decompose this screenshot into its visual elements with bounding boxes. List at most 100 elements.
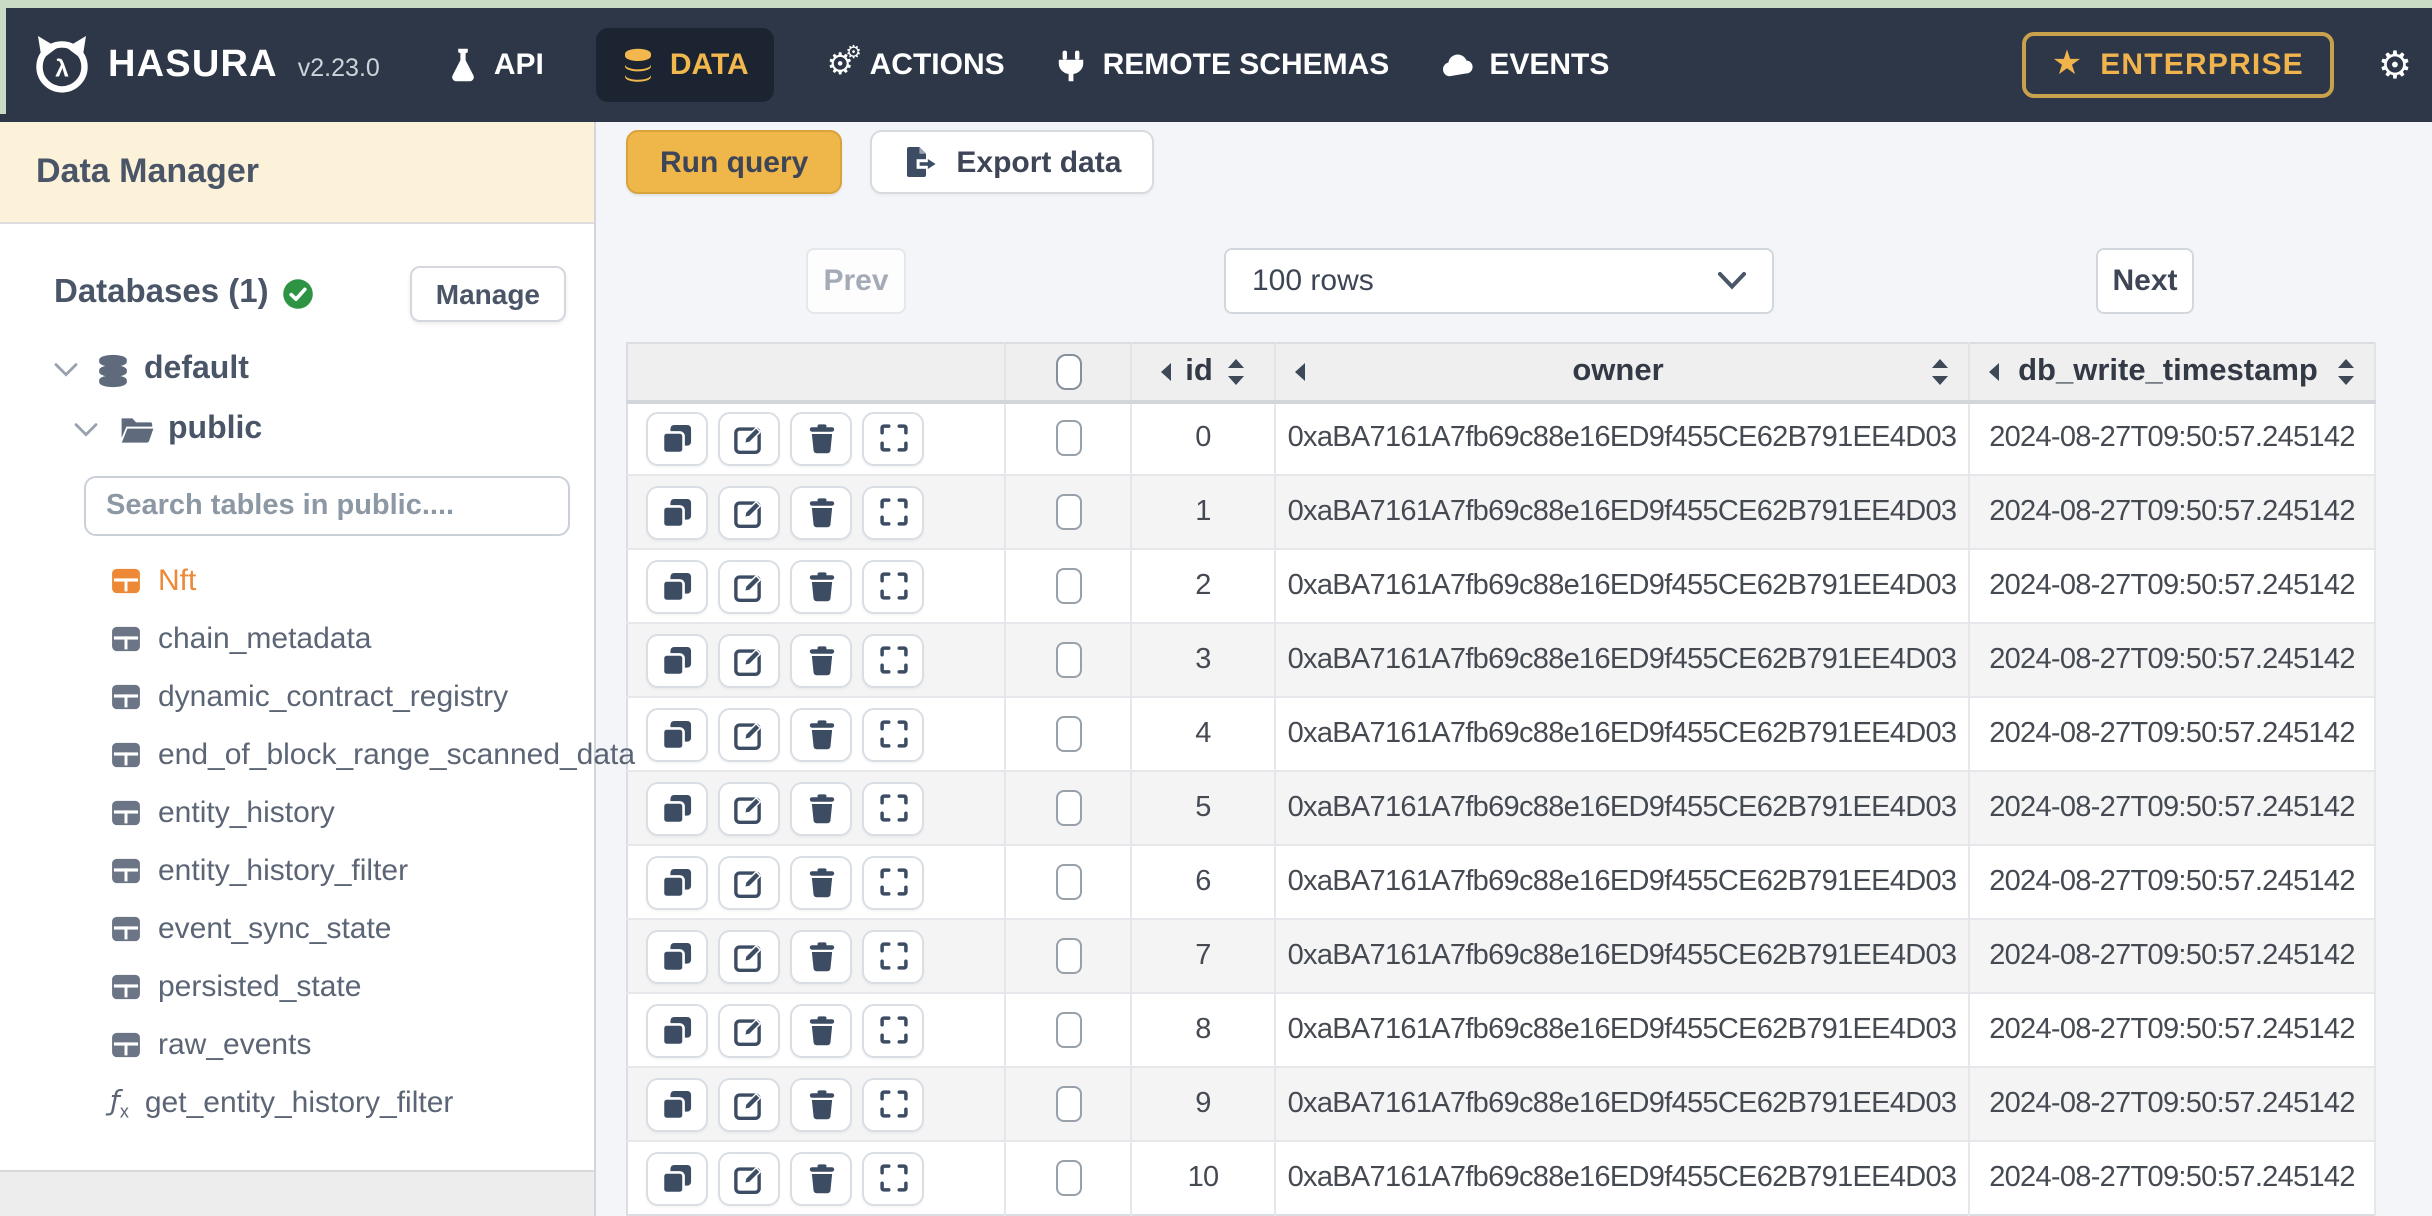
row-checkbox[interactable] — [1055, 864, 1081, 900]
nav-item-actions[interactable]: ⚙ ⚙ ACTIONS — [827, 43, 1005, 82]
expand-row-button[interactable] — [862, 1077, 924, 1131]
edit-row-button[interactable] — [718, 929, 780, 983]
chevron-down-icon[interactable] — [54, 362, 78, 378]
edit-icon — [734, 1163, 764, 1193]
select-all-checkbox[interactable] — [1055, 353, 1081, 390]
sidebar-table-item[interactable]: end_of_block_range_scanned_data — [0, 726, 635, 784]
export-data-button[interactable]: Export data — [870, 130, 1154, 194]
search-tables-input[interactable] — [84, 476, 570, 536]
hasura-brand[interactable]: λ HASURA v2.23.0 — [32, 34, 380, 96]
expand-row-button[interactable] — [862, 559, 924, 613]
expand-row-button[interactable] — [862, 1003, 924, 1057]
expand-row-button[interactable] — [862, 411, 924, 466]
sidebar-table-item[interactable]: entity_history_filter — [0, 842, 594, 900]
row-checkbox[interactable] — [1055, 1086, 1081, 1122]
sidebar-table-item[interactable]: persisted_state — [0, 958, 594, 1016]
copy-row-button[interactable] — [646, 1077, 708, 1131]
edit-row-button[interactable] — [718, 1077, 780, 1131]
delete-row-button[interactable] — [790, 1151, 852, 1205]
expand-row-button[interactable] — [862, 855, 924, 909]
row-checkbox[interactable] — [1055, 716, 1081, 752]
delete-row-button[interactable] — [790, 707, 852, 761]
tree-item-label: public — [168, 412, 263, 446]
edit-row-button[interactable] — [718, 1003, 780, 1057]
delete-row-button[interactable] — [790, 633, 852, 687]
nav-item-events[interactable]: EVENTS — [1441, 48, 1609, 82]
copy-row-button[interactable] — [646, 633, 708, 687]
expand-row-button[interactable] — [862, 781, 924, 835]
edit-row-button[interactable] — [718, 633, 780, 687]
copy-row-button[interactable] — [646, 1003, 708, 1057]
delete-row-button[interactable] — [790, 855, 852, 909]
delete-row-button[interactable] — [790, 929, 852, 983]
star-icon: ★ — [2051, 44, 2083, 84]
rows-per-page-select[interactable]: 100 rows — [1224, 248, 1774, 314]
sort-icon — [2338, 358, 2354, 385]
column-header-id[interactable]: id — [1131, 343, 1276, 403]
row-checkbox[interactable] — [1055, 494, 1081, 530]
sidebar-table-item[interactable]: chain_metadata — [0, 610, 594, 668]
delete-row-button[interactable] — [790, 411, 852, 466]
delete-row-button[interactable] — [790, 485, 852, 539]
manage-button[interactable]: Manage — [409, 265, 566, 321]
expand-row-button[interactable] — [862, 1151, 924, 1205]
row-checkbox[interactable] — [1055, 420, 1081, 457]
copy-row-button[interactable] — [646, 411, 708, 466]
edit-row-button[interactable] — [718, 1151, 780, 1205]
edit-row-button[interactable] — [718, 559, 780, 613]
row-checkbox[interactable] — [1055, 642, 1081, 678]
next-page-button[interactable]: Next — [2096, 248, 2194, 314]
sidebar-table-item[interactable]: raw_events — [0, 1016, 594, 1074]
copy-row-button[interactable] — [646, 559, 708, 613]
edit-row-button[interactable] — [718, 485, 780, 539]
row-select-cell — [1005, 918, 1132, 993]
copy-icon — [662, 424, 692, 454]
nav-item-data[interactable]: DATA — [595, 28, 775, 102]
row-checkbox[interactable] — [1055, 1160, 1081, 1196]
copy-row-button[interactable] — [646, 1151, 708, 1205]
copy-row-button[interactable] — [646, 485, 708, 539]
row-checkbox[interactable] — [1055, 938, 1081, 974]
trash-icon — [807, 1163, 835, 1193]
row-checkbox[interactable] — [1055, 790, 1081, 826]
nav-item-api[interactable]: API — [448, 48, 544, 82]
edit-row-button[interactable] — [718, 855, 780, 909]
expand-icon — [879, 942, 907, 970]
copy-row-button[interactable] — [646, 781, 708, 835]
delete-row-button[interactable] — [790, 781, 852, 835]
row-checkbox[interactable] — [1055, 568, 1081, 604]
edit-row-button[interactable] — [718, 411, 780, 466]
delete-row-button[interactable] — [790, 1003, 852, 1057]
edit-row-button[interactable] — [718, 781, 780, 835]
copy-row-button[interactable] — [646, 929, 708, 983]
tree-item-schema-public[interactable]: public — [0, 400, 594, 460]
enterprise-button[interactable]: ★ ENTERPRISE — [2021, 32, 2334, 98]
edit-row-button[interactable] — [718, 707, 780, 761]
chevron-down-icon[interactable] — [74, 422, 98, 438]
flask-icon — [448, 48, 478, 82]
query-toolbar: Run query Export data — [626, 130, 2432, 194]
nav-item-remote-schemas[interactable]: REMOTE SCHEMAS — [1057, 48, 1389, 82]
sidebar-table-item[interactable]: entity_history — [0, 784, 594, 842]
run-query-button[interactable]: Run query — [626, 130, 843, 194]
sidebar-header: Data Manager — [0, 122, 594, 224]
column-header-db-write-timestamp[interactable]: db_write_timestamp — [1969, 343, 2376, 403]
sidebar-table-item[interactable]: dynamic_contract_registry — [0, 668, 594, 726]
expand-row-button[interactable] — [862, 929, 924, 983]
sidebar-table-item[interactable]: event_sync_state — [0, 900, 594, 958]
copy-row-button[interactable] — [646, 855, 708, 909]
tree-item-database-default[interactable]: default — [0, 340, 594, 400]
delete-row-button[interactable] — [790, 559, 852, 613]
copy-row-button[interactable] — [646, 707, 708, 761]
sidebar-table-item[interactable]: Nft — [0, 552, 594, 610]
delete-row-button[interactable] — [790, 1077, 852, 1131]
expand-row-button[interactable] — [862, 485, 924, 539]
row-select-cell — [1005, 844, 1132, 919]
sidebar-table-item[interactable]: ƒx get_entity_history_filter — [0, 1074, 594, 1132]
row-checkbox[interactable] — [1055, 1012, 1081, 1048]
prev-page-button[interactable]: Prev — [806, 248, 906, 314]
expand-row-button[interactable] — [862, 633, 924, 687]
column-header-owner[interactable]: owner — [1275, 343, 1970, 403]
expand-row-button[interactable] — [862, 707, 924, 761]
settings-gear-icon[interactable]: ⚙ — [2378, 43, 2412, 87]
